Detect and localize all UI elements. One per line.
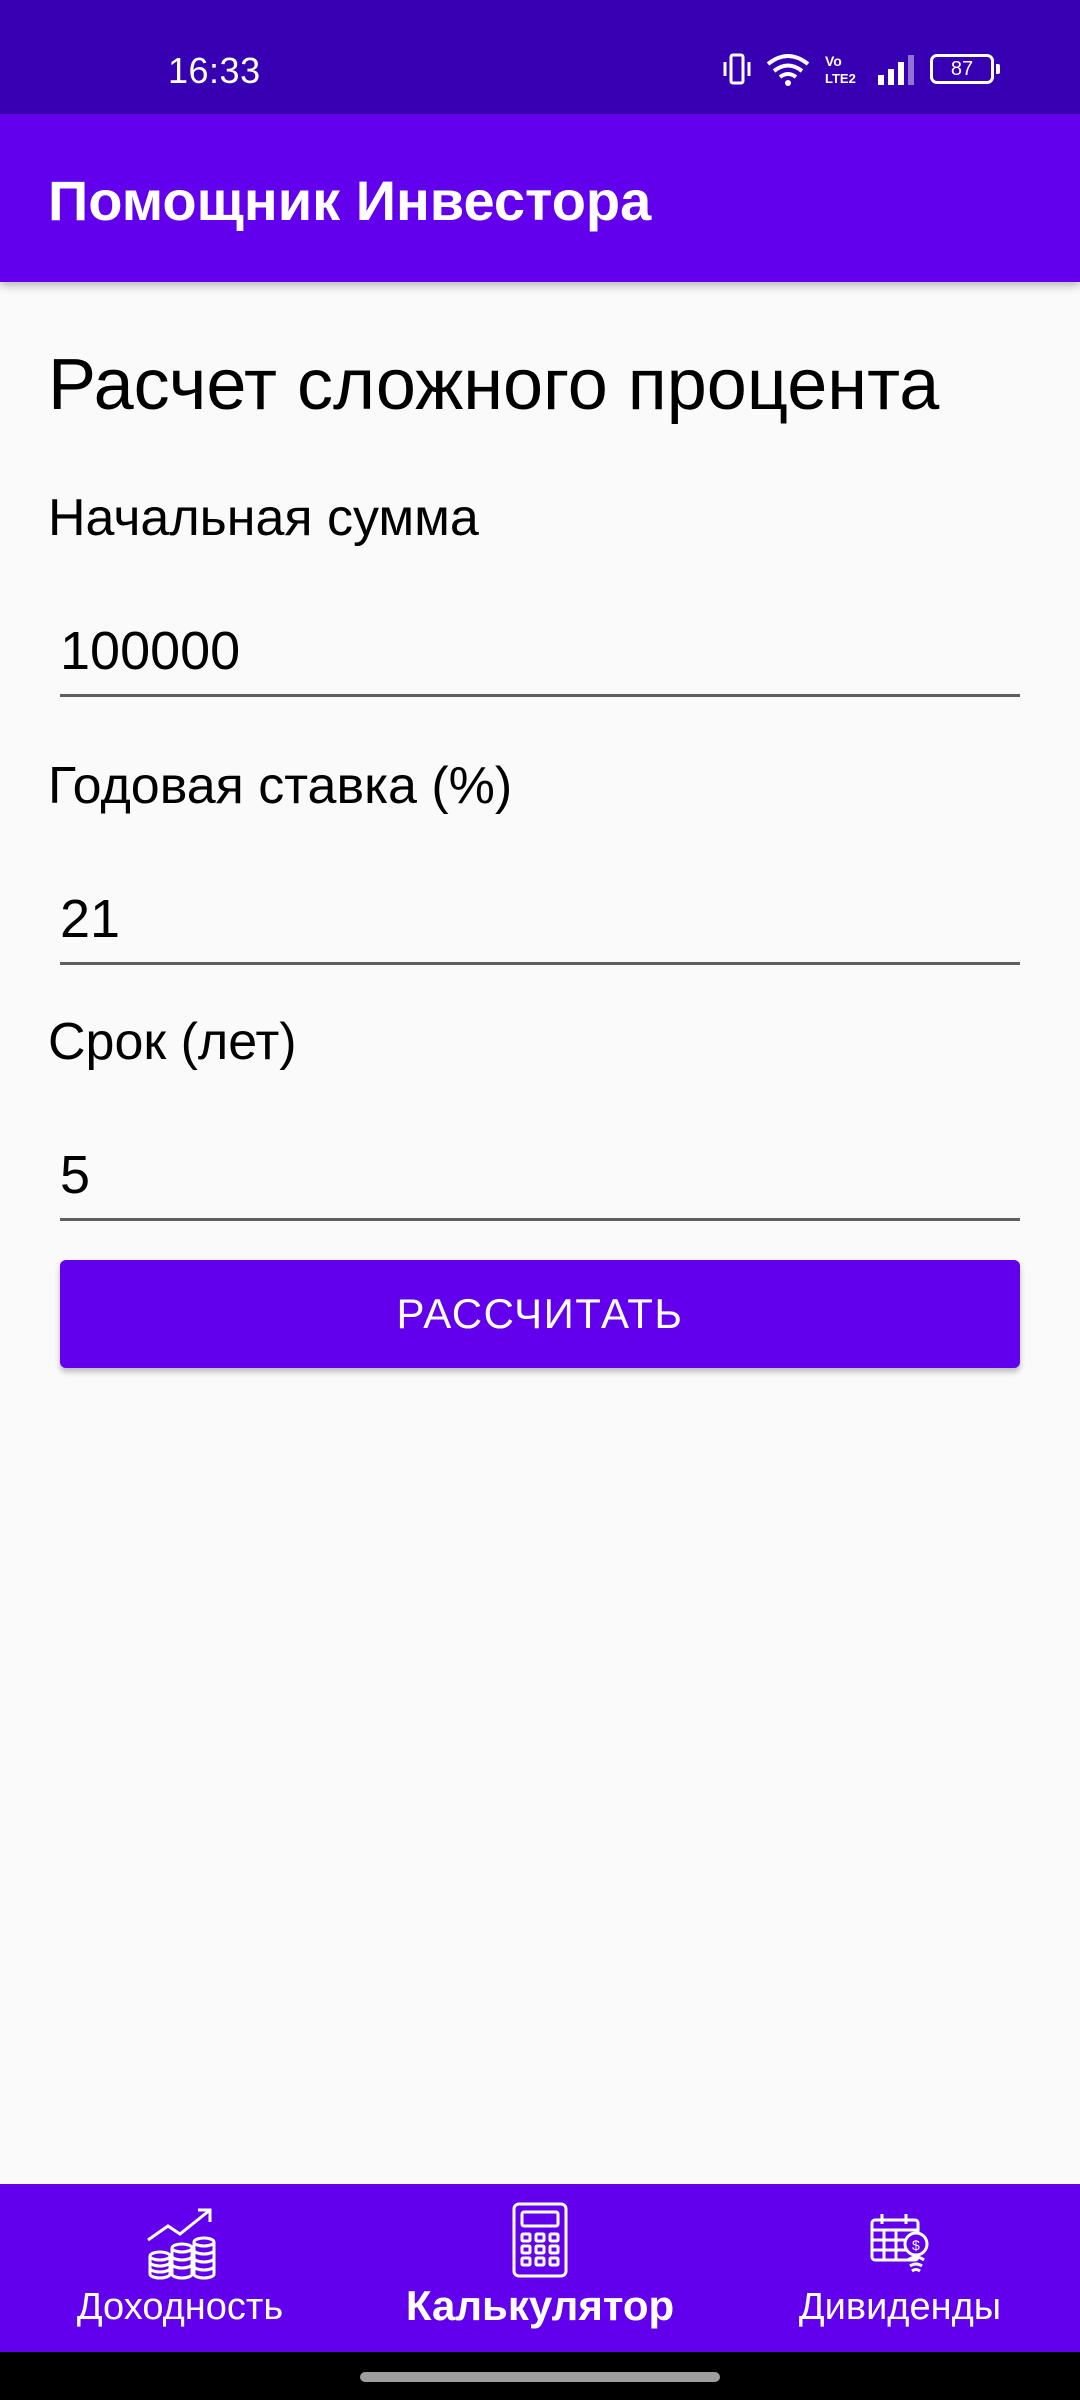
volte-icon: Vo LTE2 bbox=[824, 52, 862, 86]
term-years-input[interactable] bbox=[60, 1140, 1020, 1221]
wifi-icon bbox=[766, 52, 810, 86]
battery-icon: 87 bbox=[930, 54, 1000, 84]
app-title: Помощник Инвестора bbox=[48, 169, 652, 232]
page-title: Расчет сложного процента bbox=[48, 345, 940, 425]
initial-amount-input[interactable] bbox=[60, 616, 1020, 697]
nav-label-dividends: Дивиденды bbox=[798, 2286, 1002, 2328]
home-gesture-handle[interactable] bbox=[360, 2372, 720, 2382]
gesture-navigation-area bbox=[0, 2352, 1080, 2400]
svg-text:LTE2: LTE2 bbox=[825, 71, 856, 86]
status-time: 16:33 bbox=[168, 50, 261, 91]
svg-text:Vo: Vo bbox=[825, 53, 842, 69]
nav-item-calculator[interactable]: Калькулятор bbox=[360, 2184, 720, 2352]
dividend-calendar-icon: $ bbox=[868, 2210, 932, 2279]
nav-item-returns[interactable]: Доходность bbox=[0, 2184, 360, 2352]
app-bar: Помощник Инвестора bbox=[0, 114, 1080, 282]
signal-icon bbox=[876, 53, 916, 85]
vibrate-icon bbox=[722, 52, 752, 86]
growth-coins-icon bbox=[140, 2204, 220, 2289]
nav-item-dividends[interactable]: $ Дивиденды bbox=[720, 2184, 1080, 2352]
svg-text:$: $ bbox=[912, 2237, 920, 2253]
status-bar: 16:33 Vo LTE2 87 bbox=[0, 0, 1080, 114]
calculator-icon bbox=[510, 2202, 570, 2283]
annual-rate-label: Годовая ставка (%) bbox=[48, 757, 513, 815]
calculate-button[interactable]: РАССЧИТАТЬ bbox=[60, 1260, 1020, 1368]
bottom-navigation: Доходность Калькулятор $ Дивиденды bbox=[0, 2184, 1080, 2352]
status-icons: Vo LTE2 87 bbox=[722, 52, 1000, 86]
term-years-label: Срок (лет) bbox=[48, 1013, 297, 1071]
initial-amount-label: Начальная сумма bbox=[48, 489, 479, 547]
nav-label-calculator: Калькулятор bbox=[405, 2282, 675, 2329]
nav-label-returns: Доходность bbox=[76, 2286, 284, 2328]
annual-rate-input[interactable] bbox=[60, 884, 1020, 965]
